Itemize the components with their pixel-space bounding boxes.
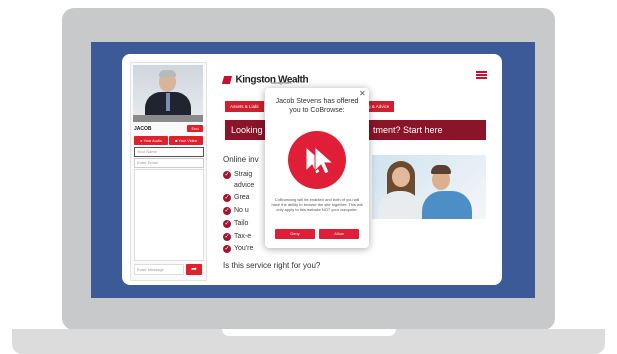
audio-label: Your Audio [143, 139, 162, 143]
check-icon: ✓ [223, 194, 231, 202]
agent-video [133, 65, 203, 122]
video-button[interactable]: ■Your Video [169, 136, 203, 145]
section-heading: Online inv [223, 155, 259, 164]
hamburger-menu-icon[interactable] [476, 71, 487, 79]
laptop-notch [222, 329, 396, 336]
logo-mark-icon [221, 75, 233, 84]
message-input[interactable]: Enter Message [134, 264, 184, 275]
list-item-continued: advice [234, 182, 255, 189]
check-icon: ✓ [223, 245, 231, 253]
audio-button[interactable]: ●Your Audio [134, 136, 168, 145]
dialog-title: Jacob Stevens has offered you to CoBrows… [275, 98, 359, 114]
tab-assets-liabilities[interactable]: Assets & Liabi [225, 101, 264, 112]
dialog-description: CoBrowsing will be enabled and both of y… [271, 197, 363, 212]
site-logo[interactable]: Kingston Wealth Management [221, 71, 309, 89]
section-question: Is this service right for you? [223, 261, 321, 270]
logo-subtitle: Management [271, 81, 292, 85]
send-button[interactable]: ➦ [186, 264, 202, 275]
chat-log [134, 169, 204, 261]
banner-text-right: tment? Start here [373, 125, 443, 135]
allow-button[interactable]: Allow [319, 229, 359, 239]
list-item: ✓ No u [223, 207, 249, 215]
check-icon: ✓ [223, 233, 231, 241]
camera-icon: ■ [175, 138, 178, 143]
list-item: ✓ Grea [223, 194, 250, 202]
browser-window: JACOB End ●Your Audio ■Your Video Your N… [122, 54, 502, 285]
list-item: ✓ Tailo [223, 220, 249, 228]
check-icon: ✓ [223, 220, 231, 228]
deny-button[interactable]: Deny [275, 229, 315, 239]
end-button[interactable]: End [187, 125, 203, 132]
list-item: ✓ You're [223, 245, 254, 253]
check-icon: ✓ [223, 207, 231, 215]
agent-panel: JACOB End ●Your Audio ■Your Video Your N… [130, 62, 207, 281]
agent-name: JACOB [134, 126, 152, 132]
cobrowse-dialog: ✕ Jacob Stevens has offered you to CoBro… [265, 88, 369, 248]
video-label: Your Video [178, 139, 197, 143]
double-cursor-icon [288, 131, 346, 189]
list-item: ✓ Straig [223, 171, 253, 179]
hero-photo [372, 155, 486, 219]
check-icon: ✓ [223, 171, 231, 179]
send-arrow-icon: ➦ [191, 266, 197, 273]
name-input[interactable]: Your Name [134, 147, 204, 157]
email-input[interactable]: Enter Email [134, 158, 204, 168]
microphone-icon: ● [140, 138, 143, 143]
banner-text-left: Looking [231, 125, 263, 135]
list-item: ✓ Tax-e [223, 233, 252, 241]
